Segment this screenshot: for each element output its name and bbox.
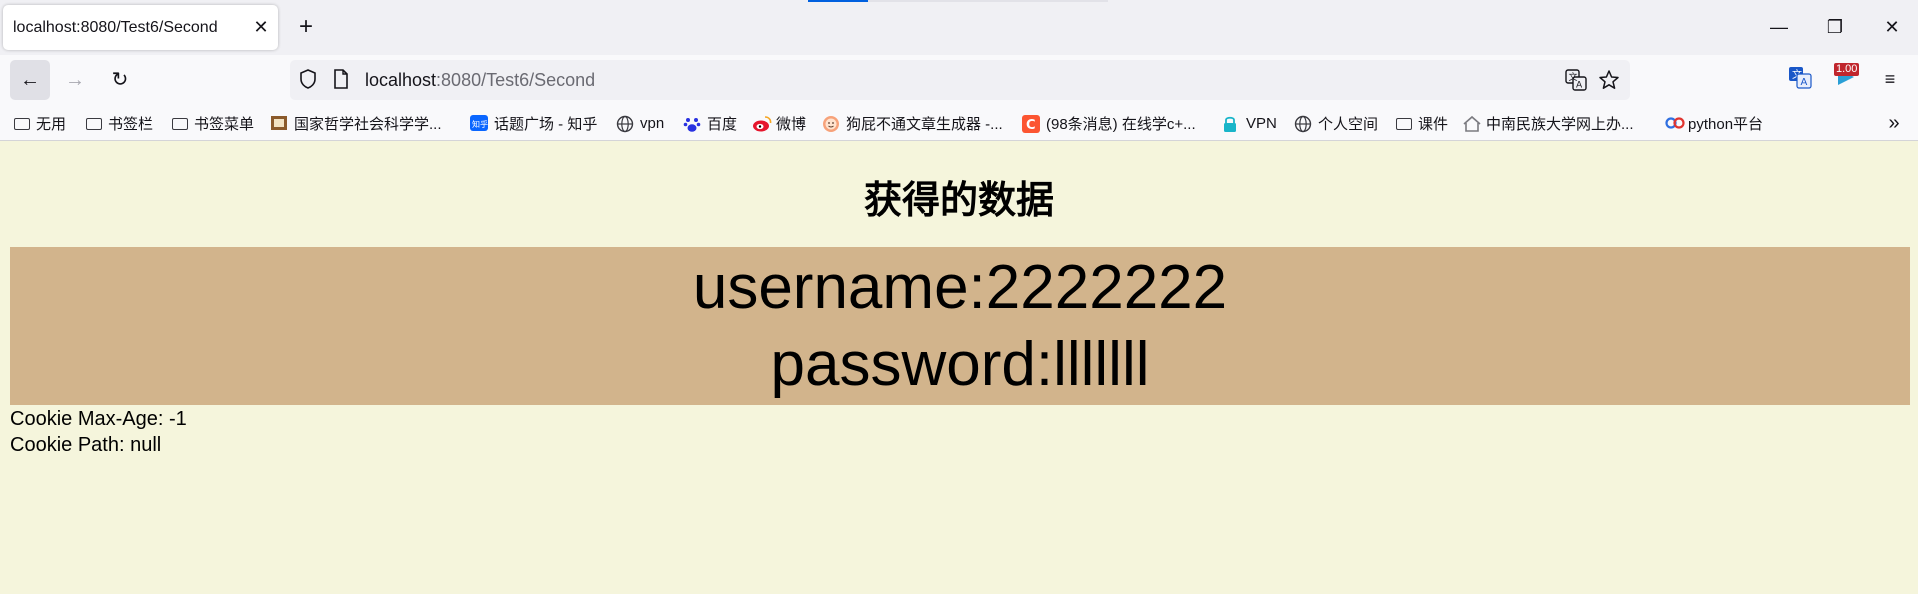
username-value: username:2222222 <box>692 253 1228 322</box>
url-path: :8080/Test6/Second <box>436 70 596 90</box>
nav-bar: ← → ↻ localhost:8080/Test6/Second 文 A A … <box>0 55 1918 105</box>
bookmark-item-wuyong[interactable]: 无用 <box>14 112 66 134</box>
shield-icon[interactable] <box>297 69 319 91</box>
page-content: 获得的数据 username:2222222 password:lllllll … <box>0 141 1918 594</box>
svg-text:知乎: 知乎 <box>472 119 488 129</box>
new-tab-icon[interactable]: + <box>292 14 320 42</box>
back-button[interactable]: ← <box>10 60 50 100</box>
link-icon <box>1664 115 1685 131</box>
globe-icon <box>1294 115 1312 133</box>
bookmark-label: 百度 <box>707 115 738 133</box>
translate-extension-icon[interactable]: 文 A <box>1786 65 1814 93</box>
folder-icon <box>14 118 30 130</box>
home-icon <box>1462 115 1481 132</box>
zhihu-icon: 知乎 <box>470 115 488 131</box>
url-text[interactable]: localhost:8080/Test6/Second <box>365 70 595 91</box>
bookmark-item-baidu[interactable]: 百度 <box>683 112 737 134</box>
bookmark-item-goupi[interactable]: 狗屁不通文章生成器 -... <box>822 112 1003 134</box>
password-value: password:lllllll <box>770 330 1150 399</box>
extension-badge: 1.00 <box>1834 63 1860 76</box>
tab-title: localhost:8080/Test6/Second <box>13 19 218 36</box>
svg-text:A: A <box>1576 81 1583 91</box>
tab-close-icon[interactable]: ✕ <box>251 17 271 37</box>
page-title: 获得的数据 <box>863 180 1054 222</box>
bookmark-label: 微博 <box>776 115 807 133</box>
site-icon <box>270 115 288 131</box>
bookmark-label: 课件 <box>1418 115 1449 133</box>
bookmark-item-vpn-upper[interactable]: VPN <box>1222 112 1277 134</box>
url-host: localhost <box>365 70 437 90</box>
bookmark-item-kejian[interactable]: 课件 <box>1396 112 1448 134</box>
menu-icon[interactable]: ≡ <box>1876 65 1904 93</box>
tab-active[interactable]: localhost:8080/Test6/Second ✕ <box>3 5 278 50</box>
bookmark-label: 话题广场 - 知乎 <box>494 115 598 133</box>
baidu-icon <box>683 115 701 132</box>
bookmark-item-personal-space[interactable]: 个人空间 <box>1294 112 1378 134</box>
folder-icon <box>86 118 102 130</box>
bookmark-label: 国家哲学社会科学学... <box>294 115 442 133</box>
bookmark-item-zhihu[interactable]: 知乎 话题广场 - 知乎 <box>470 112 597 134</box>
bookmark-label: 无用 <box>36 115 67 133</box>
bookmark-label: (98条消息) 在线学c+... <box>1046 115 1196 133</box>
browser-window: localhost:8080/Test6/Second ✕ + — ❐ ✕ ← … <box>0 0 1918 594</box>
tab-strip: localhost:8080/Test6/Second ✕ + — ❐ ✕ <box>0 0 1918 55</box>
lock-icon <box>1222 115 1240 132</box>
bookmark-label: 中南民族大学网上办... <box>1486 115 1634 133</box>
tab-strip-accent-faint <box>868 0 1108 2</box>
bookmarks-bar: 无用 书签栏 书签菜单 国家哲学社会科学学... 知乎 话题广场 - 知乎 vp… <box>0 105 1918 141</box>
back-arrow-icon: ← <box>20 69 40 91</box>
bookmark-item-guojia[interactable]: 国家哲学社会科学学... <box>270 112 442 134</box>
page-icon[interactable] <box>330 69 352 91</box>
bookmark-label: python平台 <box>1688 115 1764 133</box>
bookmark-label: vpn <box>640 114 665 132</box>
data-panel: username:2222222 password:lllllll <box>10 247 1910 405</box>
forward-arrow-icon: → <box>65 69 85 91</box>
bookmark-label: 个人空间 <box>1318 115 1379 133</box>
folder-icon <box>172 118 188 130</box>
folder-icon <box>1396 118 1412 130</box>
bookmark-item-python[interactable]: python平台 <box>1664 112 1763 134</box>
minimize-icon[interactable]: — <box>1764 12 1794 42</box>
forward-button[interactable]: → <box>55 60 95 100</box>
csdn-icon: C <box>1022 115 1040 133</box>
bookmark-item-weibo[interactable]: 微博 <box>752 112 806 134</box>
bookmark-item-zhongnan[interactable]: 中南民族大学网上办... <box>1462 112 1634 134</box>
globe-icon <box>616 115 634 133</box>
reload-icon: ↻ <box>111 69 129 91</box>
close-window-icon[interactable]: ✕ <box>1877 12 1907 42</box>
star-icon[interactable] <box>1598 69 1620 91</box>
cookie-path: Cookie Path: null <box>10 434 162 456</box>
cookie-max-age: Cookie Max-Age: -1 <box>10 408 187 430</box>
bookmark-item-shuqiancaidan[interactable]: 书签菜单 <box>172 112 254 134</box>
bookmark-label: 书签栏 <box>108 115 154 133</box>
face-icon <box>822 115 840 132</box>
restore-icon[interactable]: ❐ <box>1820 12 1850 42</box>
bookmark-item-vpn-lower[interactable]: vpn <box>616 112 664 134</box>
bookmark-item-shuqianlan[interactable]: 书签栏 <box>86 112 153 134</box>
bookmarks-overflow-icon[interactable]: » <box>1880 111 1908 135</box>
bookmark-label: VPN <box>1246 114 1277 132</box>
svg-text:C: C <box>1026 118 1036 133</box>
bookmark-label: 狗屁不通文章生成器 -... <box>846 115 1003 133</box>
bookmark-label: 书签菜单 <box>194 115 255 133</box>
weibo-icon <box>752 115 772 132</box>
bookmark-item-csdn[interactable]: C (98条消息) 在线学c+... <box>1022 112 1196 134</box>
reload-button[interactable]: ↻ <box>100 60 140 100</box>
svg-text:A: A <box>1801 77 1808 88</box>
url-bar[interactable]: localhost:8080/Test6/Second 文 A <box>290 60 1630 100</box>
translate-icon[interactable]: 文 A <box>1565 69 1587 91</box>
tab-strip-accent <box>808 0 868 2</box>
